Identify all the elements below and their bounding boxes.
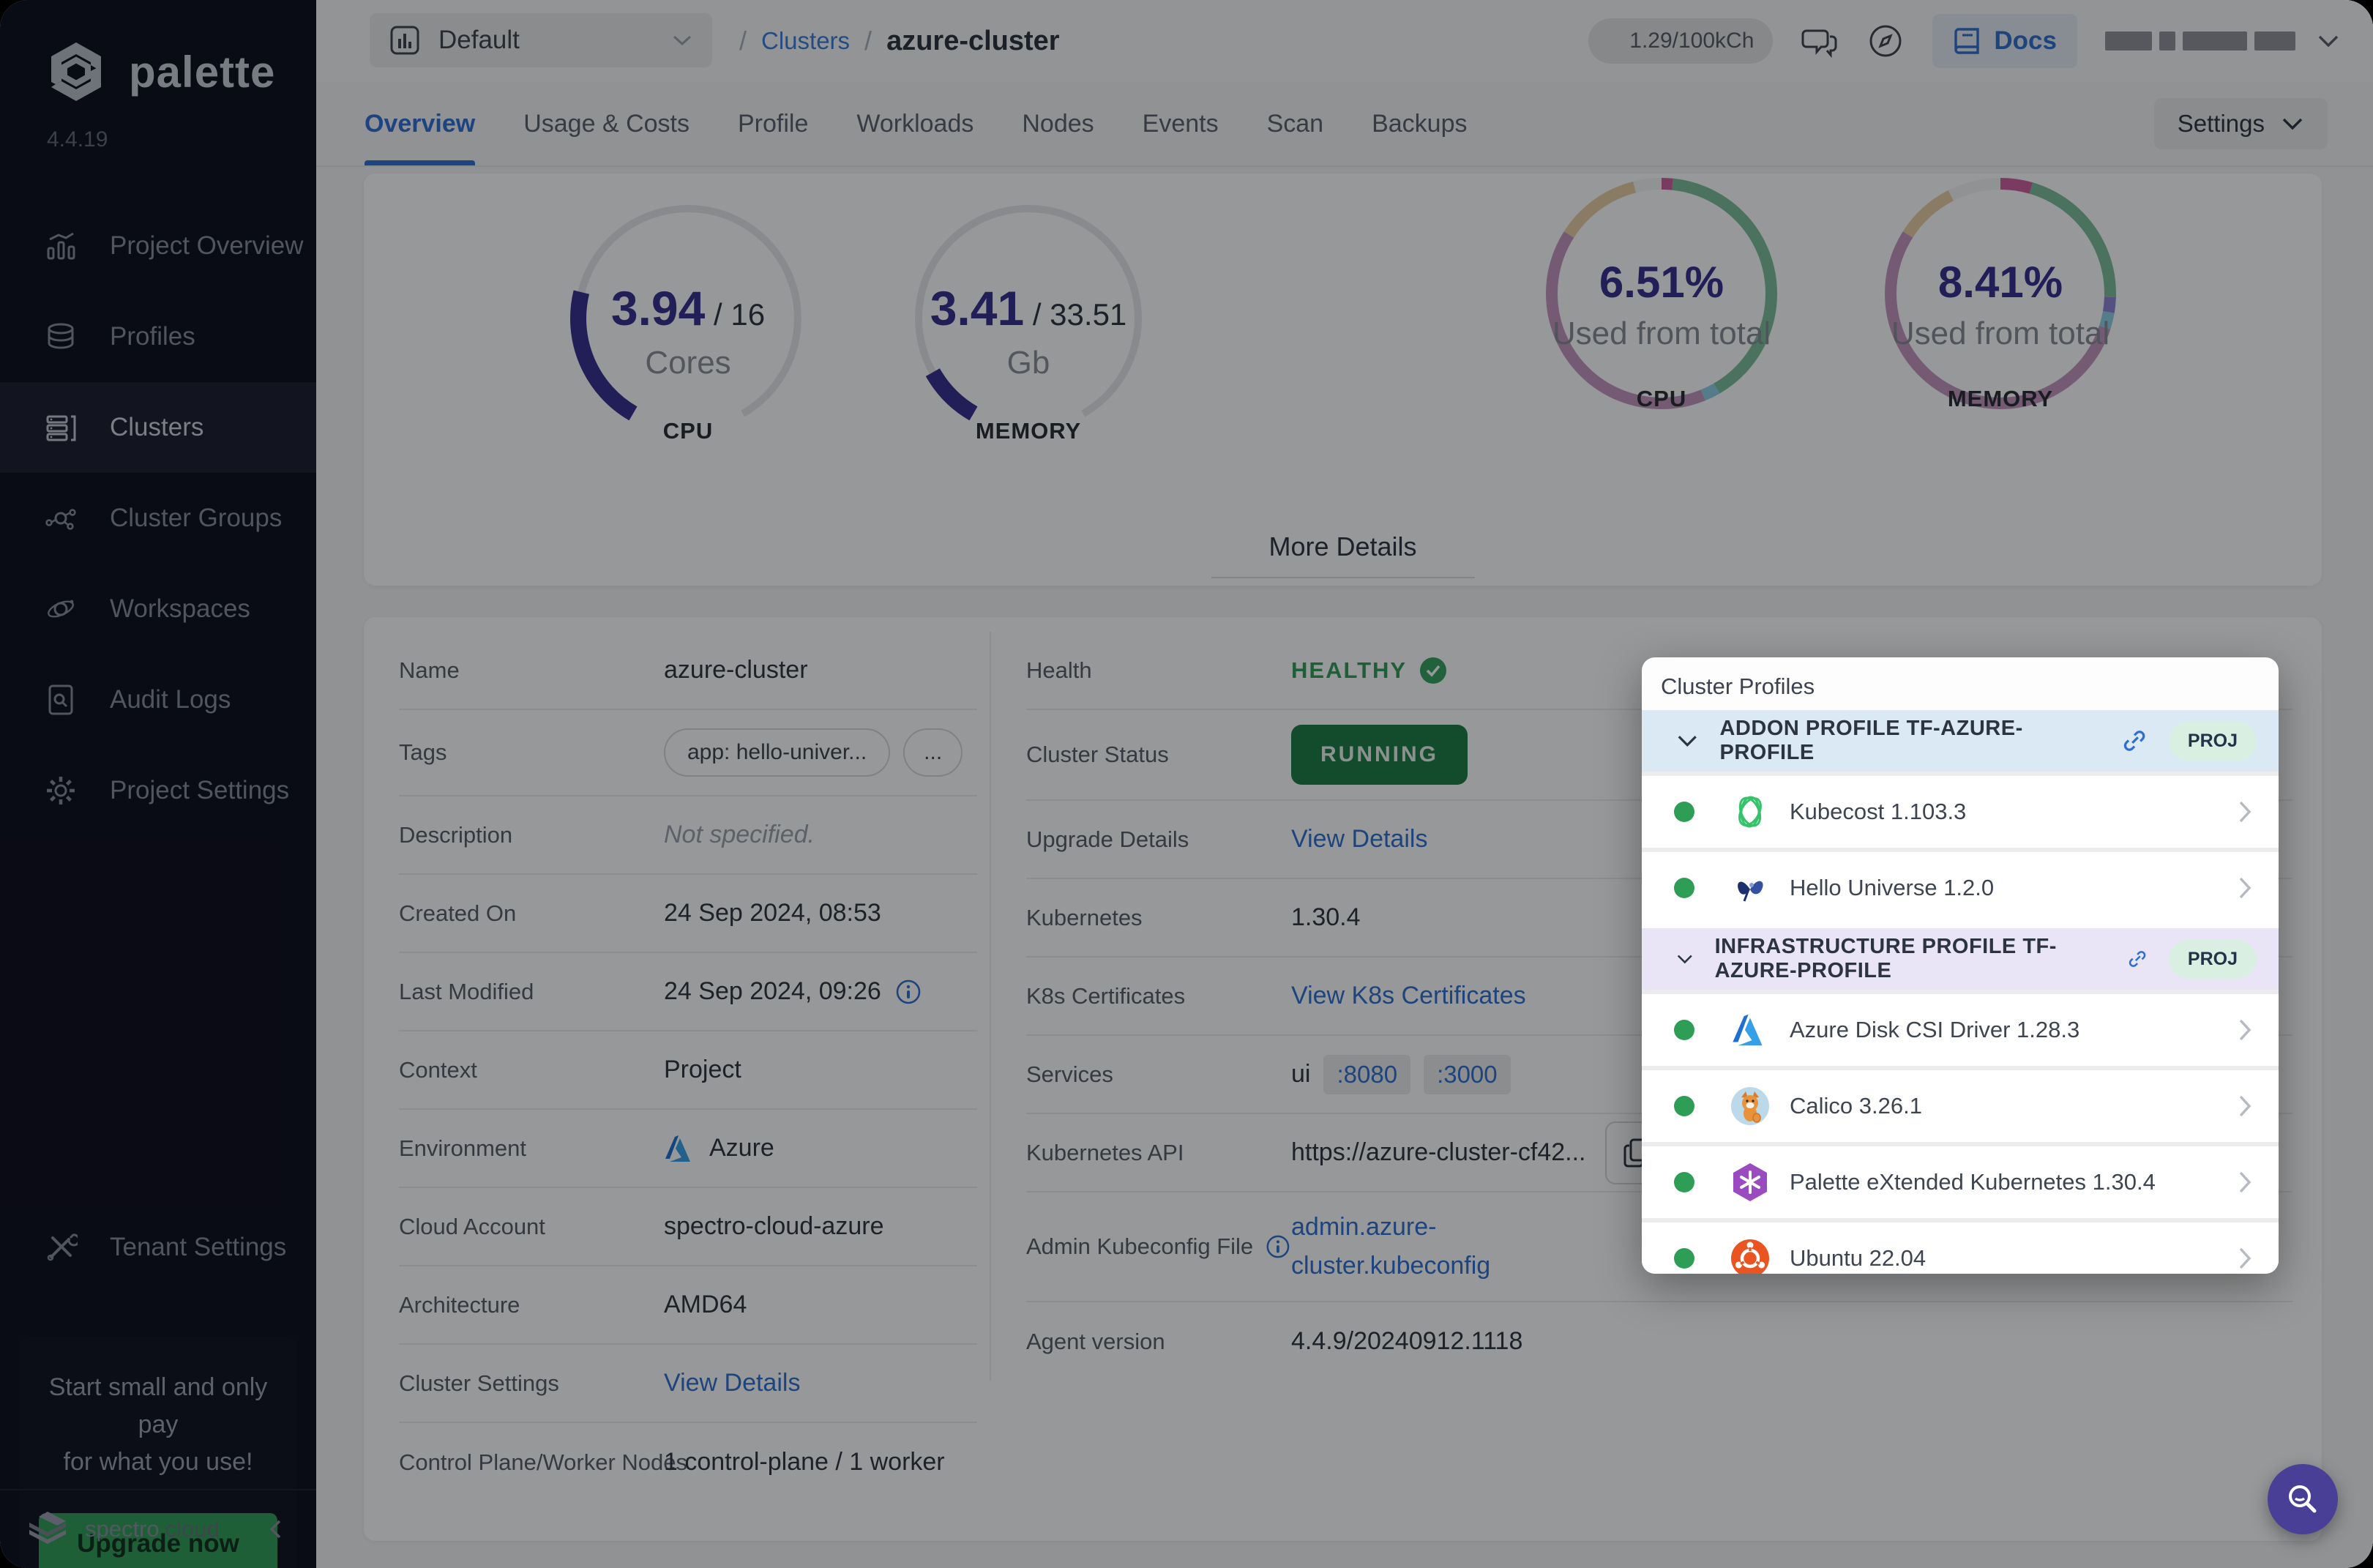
search-smile-icon <box>2289 1485 2317 1513</box>
status-dot <box>1674 1020 1694 1040</box>
infrastructure-profile-section-header[interactable]: INFRASTRUCTURE PROFILE TF-AZURE-PROFILE … <box>1642 928 2279 990</box>
status-dot <box>1674 802 1694 822</box>
app-window: Default / Clusters / azure-cluster 1.29/… <box>0 0 2373 1568</box>
chevron-right-icon <box>2239 1171 2251 1193</box>
profile-item-calico[interactable]: Calico 3.26.1 <box>1642 1070 2279 1142</box>
status-dot <box>1674 1248 1694 1269</box>
addon-profile-section-header[interactable]: ADDON PROFILE TF-AZURE-PROFILE PROJ <box>1642 710 2279 772</box>
kubecost-icon <box>1738 796 1762 828</box>
popup-title: Cluster Profiles <box>1661 673 1815 699</box>
pxk-icon <box>1733 1163 1767 1201</box>
scope-badge: PROJ <box>2168 721 2257 761</box>
status-dot <box>1674 878 1694 898</box>
azure-icon <box>1733 1014 1763 1046</box>
profile-item-ubuntu[interactable]: Ubuntu 22.04 <box>1642 1222 2279 1274</box>
profile-item-hello-universe[interactable]: Hello Universe 1.2.0 <box>1642 852 2279 924</box>
hello-universe-icon <box>1738 881 1763 902</box>
ubuntu-icon <box>1731 1239 1769 1274</box>
profile-item-palette-extended-kubernetes[interactable]: Palette eXtended Kubernetes 1.30.4 <box>1642 1146 2279 1218</box>
scope-badge: PROJ <box>2168 939 2257 979</box>
chevron-right-icon <box>2239 1095 2251 1117</box>
cluster-profiles-popup: Cluster Profiles ADDON PROFILE TF-AZURE-… <box>1642 657 2279 1274</box>
chevron-down-icon <box>1677 955 1692 964</box>
chevron-right-icon <box>2239 1019 2251 1041</box>
status-dot <box>1674 1096 1694 1116</box>
chevron-right-icon <box>2239 877 2251 899</box>
chevron-right-icon <box>2239 801 2251 823</box>
profile-item-kubecost[interactable]: Kubecost 1.103.3 <box>1642 776 2279 848</box>
chevron-right-icon <box>2239 1247 2251 1269</box>
chevron-down-icon <box>1678 736 1697 747</box>
assistant-search-button[interactable] <box>2268 1464 2338 1534</box>
profile-item-azure-disk-csi[interactable]: Azure Disk CSI Driver 1.28.3 <box>1642 994 2279 1066</box>
calico-icon <box>1731 1087 1769 1125</box>
link-icon[interactable] <box>2126 944 2148 974</box>
link-icon[interactable] <box>2120 726 2148 755</box>
status-dot <box>1674 1172 1694 1192</box>
